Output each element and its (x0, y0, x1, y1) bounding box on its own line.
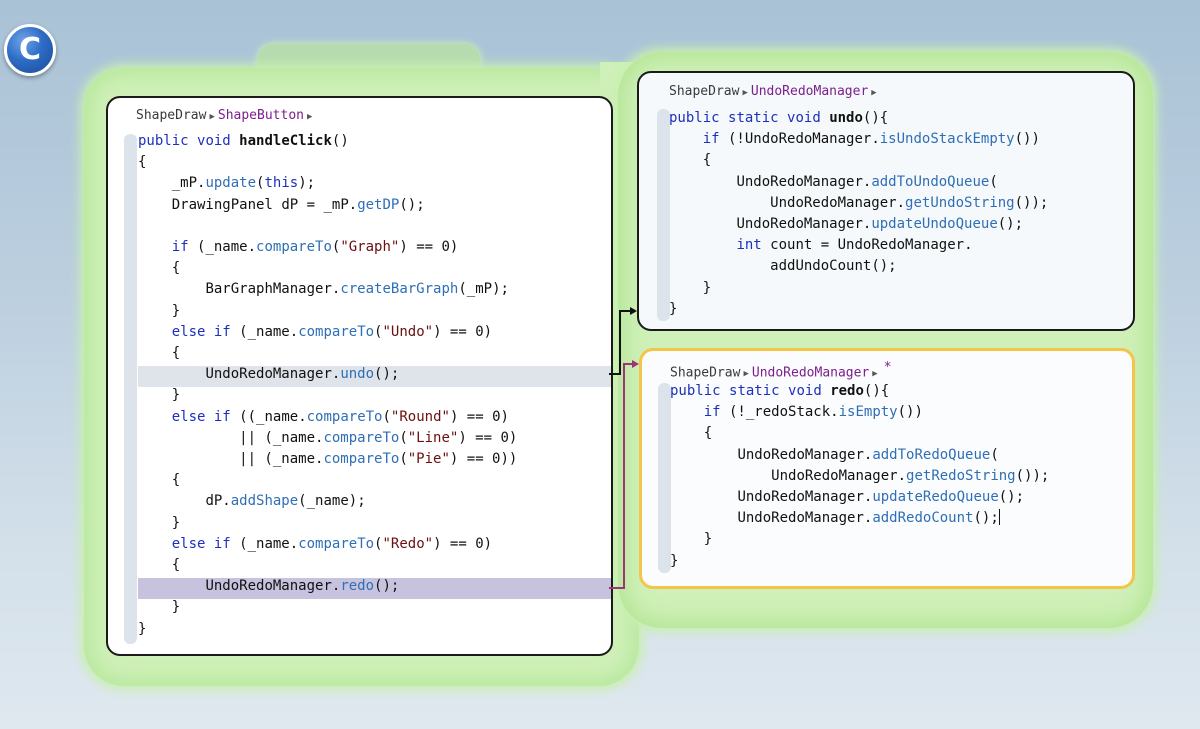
undo-arrowhead-icon (630, 307, 637, 315)
call-connectors (609, 307, 639, 589)
redo-arrowhead-icon (632, 360, 639, 368)
redo-call-arrow (609, 363, 634, 589)
